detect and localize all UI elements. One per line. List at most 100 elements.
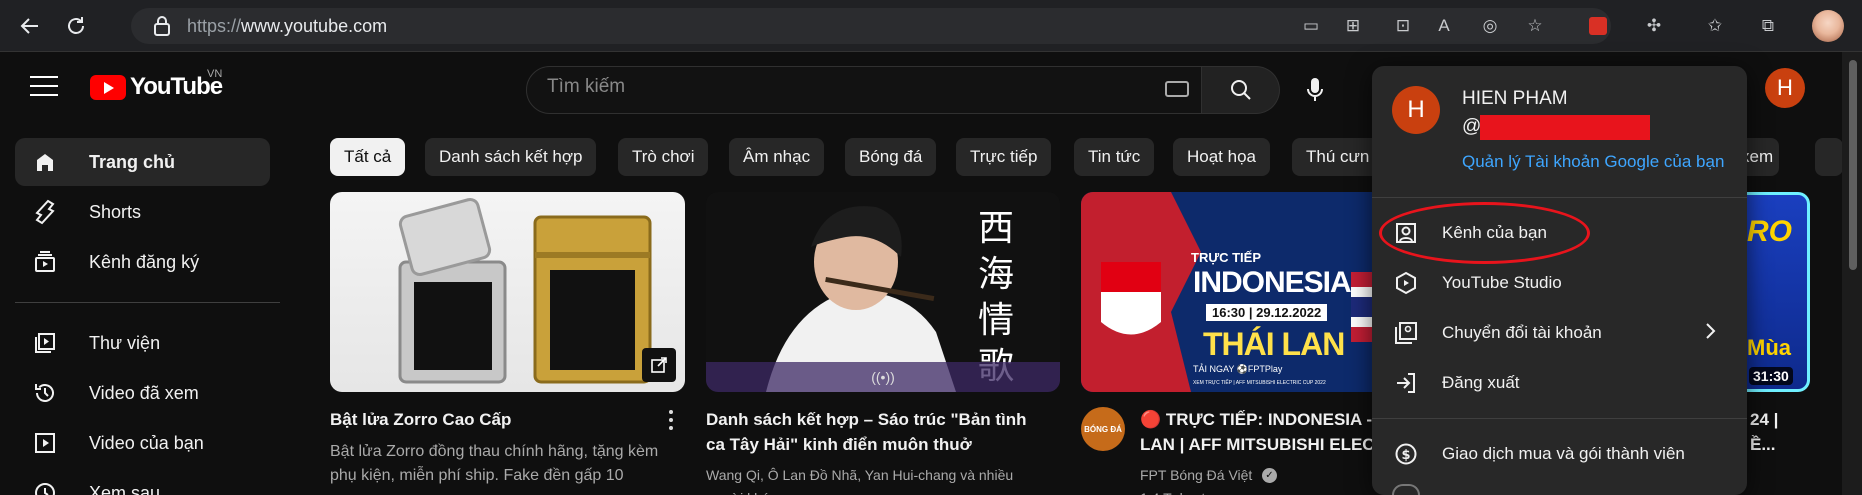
view-count: 1,4 Tr lượt xem [1140,486,1236,495]
apps-icon[interactable]: ⊞ [1339,12,1367,40]
video-title-line2[interactable]: LAN | AFF MITSUBISHI ELECT [1140,432,1385,457]
sidebar-item-history[interactable]: Video đã xem [15,369,270,417]
duration-badge: 31:30 [1749,367,1793,385]
menu-divider [1372,418,1747,419]
dollar-icon: $ [1392,440,1420,468]
favorites-icon[interactable]: ✩ [1701,12,1729,40]
sign-out-icon [1392,369,1420,397]
channel-name[interactable]: FPT Bóng Đá Việt [1140,463,1252,487]
library-icon [31,331,59,355]
back-icon[interactable] [14,10,46,42]
search-input[interactable] [526,66,1202,114]
menu-item-sign-out[interactable]: Đăng xuất [1372,358,1747,408]
annotation-ellipse [1379,202,1590,264]
lock-icon[interactable] [150,14,174,38]
search-icon [1230,80,1251,100]
chevron-right-icon [1705,322,1717,345]
sidebar-item-home[interactable]: Trang chủ [15,138,270,186]
chip-partial[interactable] [1815,138,1843,176]
chip-music[interactable]: Âm nhạc [729,138,825,176]
video-thumbnail-partial[interactable]: RO Mùa 31:30 [1747,192,1810,392]
region-code: VN [207,68,223,80]
mic-icon [1307,78,1323,101]
chip-news[interactable]: Tin tức [1074,138,1155,176]
svg-text:$: $ [1401,448,1410,463]
sidebar-item-label: Trang chủ [89,151,176,172]
collections-icon[interactable]: ⧉ [1754,12,1782,40]
tracking-icon[interactable]: ◎ [1476,12,1504,40]
switch-account-icon [1392,319,1420,347]
chip-pets[interactable]: Thú cưn [1292,138,1384,176]
sidebar-item-shorts[interactable]: Shorts [15,188,270,236]
browser-profile-avatar[interactable] [1812,10,1844,42]
thumb-live-label: TRỰC TIẾP [1191,250,1262,265]
youtube-play-icon [90,74,126,100]
chip-animation[interactable]: Hoạt họa [1173,138,1270,176]
thumb-text: RO [1747,215,1792,248]
menu-item-switch-account[interactable]: Chuyển đổi tài khoản [1372,308,1747,358]
search-placeholder: Tìm kiếm [547,76,626,97]
scrollbar-thumb[interactable] [1849,60,1857,270]
manage-google-account-link[interactable]: Quản lý Tài khoản Google của bạn [1462,152,1724,172]
video-title-line2[interactable]: ca Tây Hải" kinh điển muôn thuở [706,432,972,457]
reload-icon[interactable] [60,10,92,42]
url-text[interactable]: https://www.youtube.com [187,14,387,38]
video-meta-line2: người khác [706,486,777,495]
sidebar-item-subscriptions[interactable]: Kênh đăng ký [15,238,270,286]
add-favorite-icon[interactable]: ☆ [1521,12,1549,40]
video-title-line1[interactable]: Danh sách kết hợp – Sáo trúc "Bản tình [706,407,1027,432]
video-title-line1[interactable]: 24 | [1750,407,1778,432]
sidebar-item-label: Video đã xem [89,382,199,403]
menu-item-label: Đăng xuất [1442,373,1520,392]
shorts-icon [31,199,59,225]
video-title-line1[interactable]: 🔴 TRỰC TIẾP: INDONESIA - T [1140,407,1387,432]
menu-item-label: YouTube Studio [1442,273,1562,292]
external-link-icon[interactable] [642,348,676,382]
menu-item-label: Giao dịch mua và gói thành viên [1442,444,1685,463]
keyboard-icon[interactable] [1165,81,1189,97]
home-icon [31,150,59,174]
playlist-thumbnail[interactable]: 西海情歌 ((•)) [706,192,1060,392]
cast-icon[interactable]: ▭ [1297,12,1325,40]
sidebar-item-library[interactable]: Thư viện [15,319,270,367]
lighter-image [398,197,652,384]
live-thumbnail[interactable]: TRỰC TIẾP INDONESIA 16:30 | 29.12.2022 T… [1081,192,1375,392]
menu-item-youtube-studio[interactable]: YouTube Studio [1372,258,1747,308]
sidebar-item-label: Shorts [89,201,142,222]
watch-later-icon [31,481,59,495]
redaction-box [1480,115,1650,140]
chip-games[interactable]: Trò chơi [618,138,709,176]
video-title[interactable]: Bật lửa Zorro Cao Cấp [330,407,660,432]
read-aloud-icon[interactable]: A [1430,12,1458,40]
account-menu: H HIEN PHAM @ Quản lý Tài khoản Google c… [1372,66,1747,495]
account-handle: @ [1462,116,1482,137]
account-avatar-button[interactable]: H [1765,68,1805,108]
video-meta: Wang Qi, Ô Lan Đồ Nhã, Yan Hui-chang và … [706,467,1014,483]
voice-search-button[interactable] [1291,66,1339,114]
chip-live[interactable]: Trực tiếp [956,138,1052,176]
video-thumbnail[interactable] [330,192,685,392]
extension-red-icon[interactable] [1584,12,1612,40]
sidebar-item-your-videos[interactable]: Video của bạn [15,419,270,467]
video-description-line1: Bật lửa Zorro đồng thau chính hãng, tặng… [330,443,659,460]
account-avatar: H [1392,86,1440,134]
history-icon [31,381,59,405]
sidebar-item-watch-later[interactable]: Xem sau [15,469,270,495]
puzzle-icon[interactable]: ✣ [1640,12,1668,40]
menu-item-purchases[interactable]: $ Giao dịch mua và gói thành viên [1372,429,1747,479]
extensions-grid-icon[interactable]: ⊡ [1389,12,1417,40]
more-options-icon[interactable] [668,410,674,432]
thumb-footer: TẢI NGAY ⚽FPTPlay [1193,364,1283,374]
sidebar-item-label: Kênh đăng ký [89,251,200,272]
thumb-tiny-text: XEM TRỰC TIẾP | AFF MITSUBISHI ELECTRIC … [1193,380,1326,386]
menu-divider [1372,197,1747,198]
chip-all[interactable]: Tất cả [330,138,406,176]
youtube-logo[interactable]: YouTube [90,73,223,101]
sidebar-item-label: Thư viện [89,332,161,353]
chip-mixes[interactable]: Danh sách kết hợp [425,138,597,176]
menu-icon[interactable] [30,76,58,98]
channel-avatar[interactable]: BÓNG ĐÁ [1081,407,1125,451]
chip-football[interactable]: Bóng đá [845,138,937,176]
search-button[interactable] [1202,66,1280,114]
video-title-line2[interactable]: Ề... [1750,432,1776,457]
